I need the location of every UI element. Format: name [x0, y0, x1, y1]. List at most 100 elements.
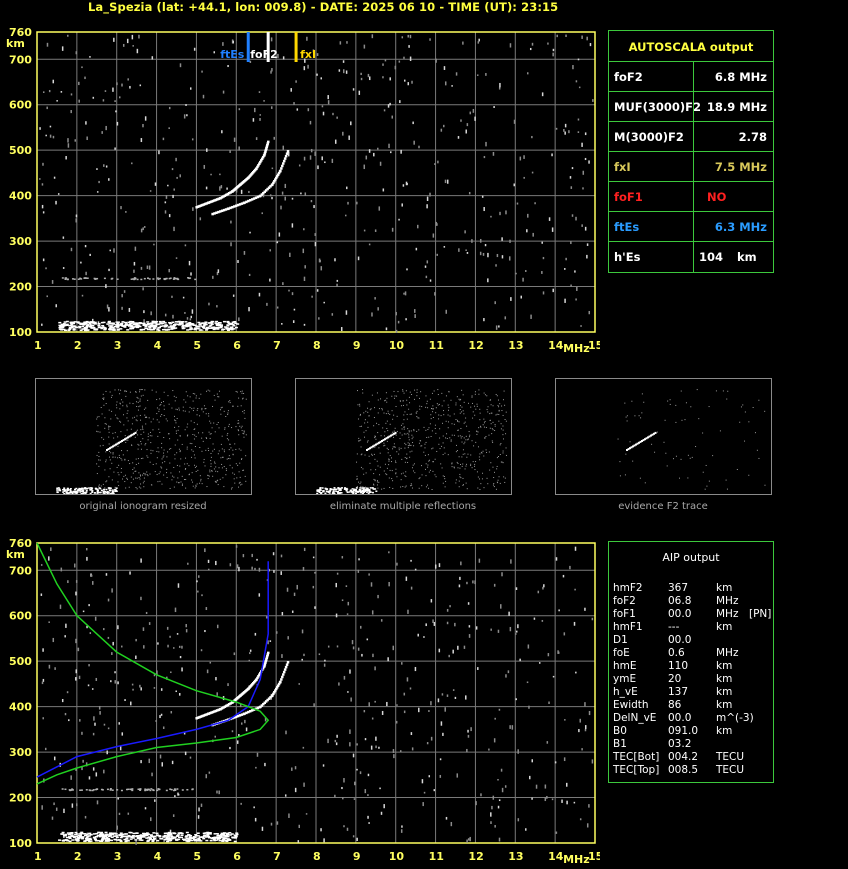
thumb-noise — [139, 405, 141, 407]
thumb-noise — [369, 409, 371, 411]
noise-dot — [80, 261, 82, 264]
noise-dot — [542, 256, 545, 260]
thumb-noise — [194, 457, 196, 459]
thumb-noise — [169, 438, 171, 440]
thumb-noise — [150, 484, 152, 486]
noise-dot — [358, 558, 360, 561]
noise-dot — [164, 313, 167, 317]
noise-dot — [258, 91, 261, 93]
noise-dot — [487, 278, 489, 283]
thumb-noise — [175, 432, 177, 434]
thumb-noise — [173, 486, 175, 488]
thumb-noise — [172, 475, 174, 477]
noise-dot — [160, 688, 163, 691]
noise-dot — [103, 628, 105, 631]
thumb-noise — [418, 429, 420, 431]
thumb-noise — [210, 452, 212, 454]
thumb-noise — [748, 474, 750, 476]
thumb-noise — [455, 444, 457, 446]
thumb-noise — [499, 444, 501, 446]
es-trace-dot — [136, 834, 140, 837]
noise-dot — [445, 309, 448, 314]
thumb-noise — [445, 395, 447, 397]
noise-dot — [563, 128, 565, 132]
thumb-noise — [245, 455, 247, 457]
thumb-noise — [443, 410, 445, 412]
noise-dot — [87, 684, 90, 687]
thumb-noise — [410, 483, 412, 485]
thumb-noise — [471, 440, 473, 442]
noise-dot — [579, 718, 582, 723]
thumb-noise — [229, 458, 231, 460]
es-trace-dot — [142, 836, 146, 838]
thumb-noise — [428, 487, 430, 489]
thumb-noise — [412, 436, 414, 438]
noise-dot — [254, 567, 256, 571]
thumb-noise — [201, 437, 203, 439]
thumb-noise — [104, 427, 106, 429]
es-trace-dot — [192, 324, 196, 326]
thumb-noise — [389, 413, 391, 415]
thumb-noise — [376, 484, 378, 486]
thumb-noise — [395, 472, 397, 474]
noise-dot — [217, 269, 220, 273]
noise-dot — [251, 553, 253, 558]
es-trace-dot — [226, 329, 230, 332]
x-tick-label: 5 — [193, 339, 201, 352]
noise-dot — [439, 758, 442, 761]
noise-dot — [505, 674, 507, 678]
thumb-noise — [360, 481, 362, 483]
thumb-noise — [439, 428, 441, 430]
thumb-noise — [736, 468, 738, 470]
thumb-f2-dot — [654, 431, 657, 434]
thumb-noise — [184, 429, 186, 431]
thumb-noise — [461, 456, 463, 458]
es-trace-dot — [209, 322, 213, 324]
thumb-noise — [161, 447, 163, 449]
thumb-noise — [469, 434, 471, 436]
thumb-noise — [424, 447, 426, 449]
thumb-noise — [470, 454, 472, 456]
thumb-noise — [432, 411, 434, 413]
noise-dot — [446, 621, 449, 625]
noise-dot — [159, 754, 162, 759]
noise-dot — [304, 265, 306, 269]
noise-dot — [414, 666, 417, 672]
es-trace-dot — [93, 322, 97, 324]
es-trace-dot — [93, 328, 97, 331]
noise-dot — [475, 626, 478, 630]
noise-dot — [399, 100, 401, 104]
noise-dot — [293, 102, 295, 105]
noise-dot — [505, 210, 507, 215]
noise-dot — [495, 325, 498, 330]
noise-dot — [444, 179, 447, 184]
noise-dot — [71, 803, 74, 808]
noise-dot — [232, 40, 235, 44]
thumb-noise — [162, 456, 164, 458]
thumb-noise — [129, 402, 131, 404]
es-trace-dot — [124, 323, 128, 325]
noise-dot — [102, 99, 105, 102]
noise-dot — [451, 85, 453, 87]
es-trace-dot — [109, 325, 113, 327]
thumb-noise — [146, 455, 148, 457]
noise-dot — [445, 816, 448, 820]
noise-dot — [332, 112, 334, 116]
noise-dot — [428, 710, 430, 712]
es-trace-dot — [169, 839, 173, 842]
thumb-noise — [455, 451, 457, 453]
es-trace-dot — [206, 835, 210, 838]
thumb-noise — [210, 460, 212, 462]
thumb-noise — [228, 425, 230, 427]
thumb-noise — [396, 415, 398, 417]
thumb-noise — [476, 430, 478, 432]
thumb-noise — [195, 484, 197, 486]
noise-dot — [65, 623, 67, 628]
x-tick-label: 2 — [74, 339, 82, 352]
noise-dot — [384, 59, 387, 62]
thumb-es-dot — [69, 490, 72, 492]
thumb-noise — [362, 392, 364, 394]
noise-dot — [142, 627, 145, 631]
f2-trace-point — [286, 150, 290, 153]
thumb-noise — [687, 454, 689, 456]
